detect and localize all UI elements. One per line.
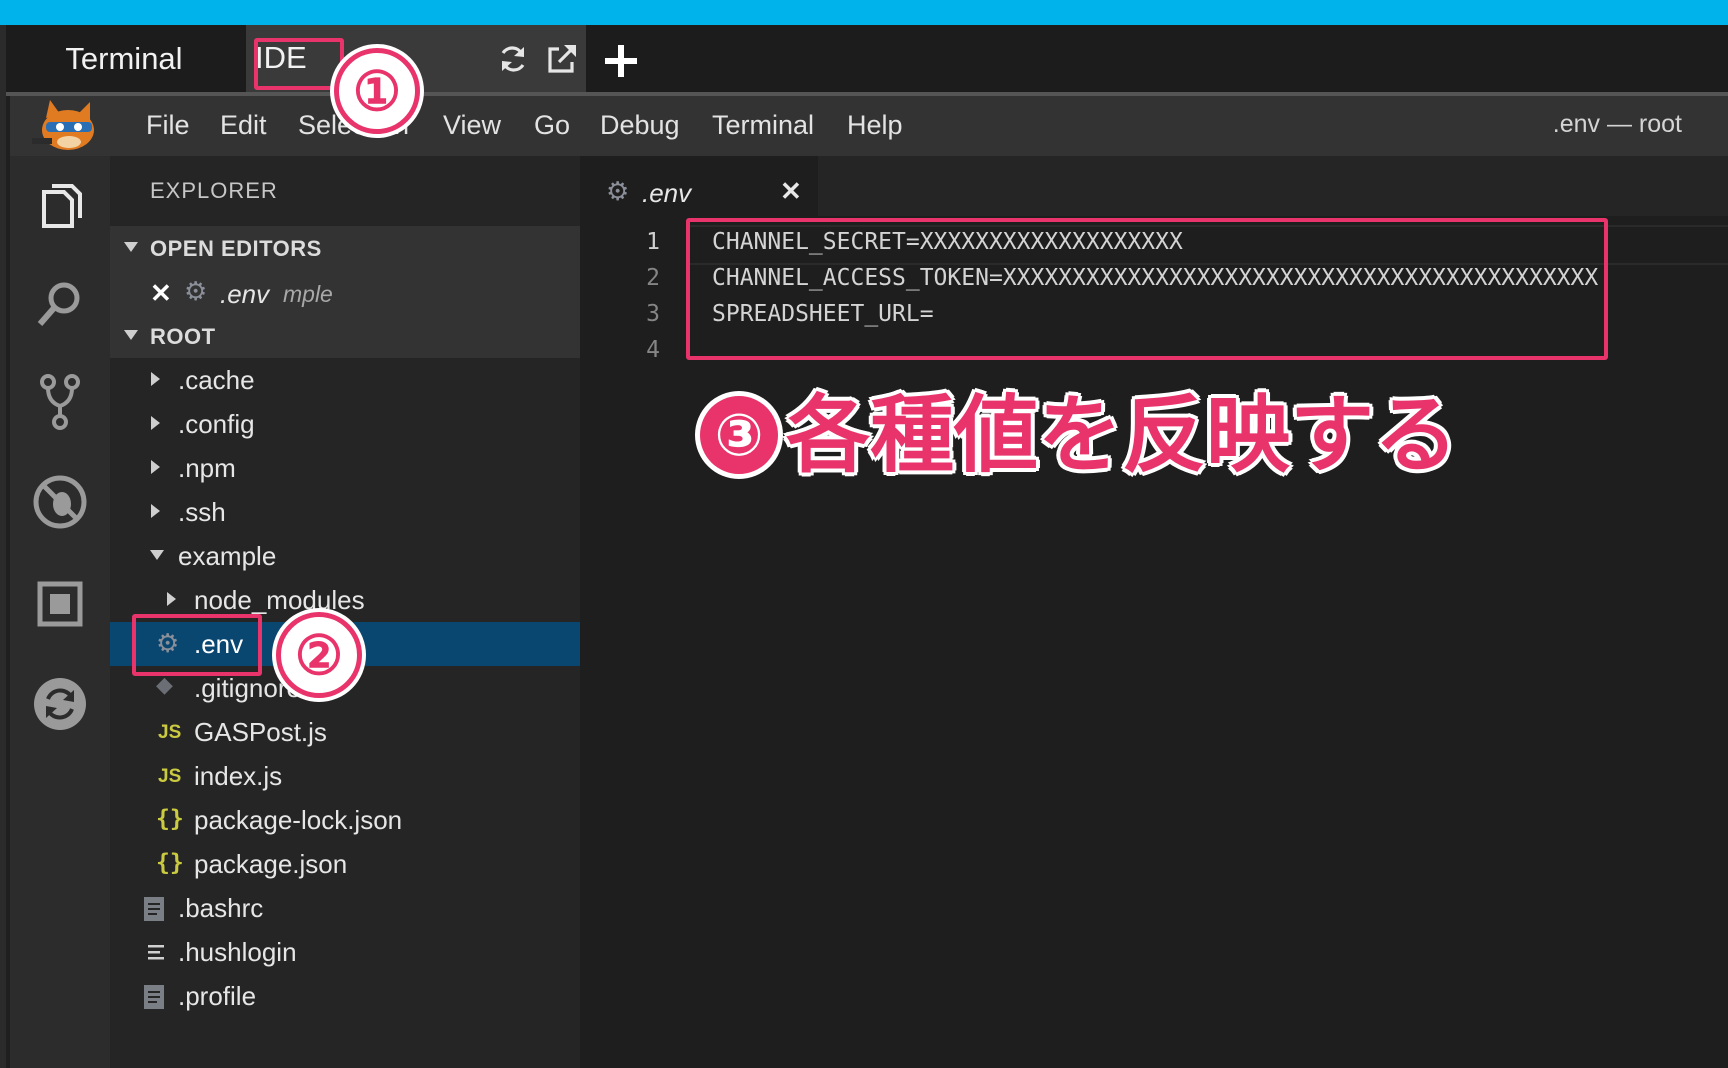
chevron-right-icon[interactable] — [151, 372, 160, 386]
menu-edit[interactable]: Edit — [220, 110, 267, 141]
debug-icon[interactable] — [30, 472, 90, 532]
source-control-icon[interactable] — [30, 372, 90, 432]
menu-debug[interactable]: Debug — [600, 110, 680, 141]
json-icon: {} — [156, 806, 184, 832]
text-file-icon — [144, 985, 164, 1009]
tree-folder[interactable]: .npm — [178, 453, 236, 484]
open-editors-label[interactable]: OPEN EDITORS — [150, 236, 322, 262]
editor-tab-name[interactable]: .env — [642, 178, 691, 209]
chevron-right-icon[interactable] — [167, 592, 176, 606]
tree-folder[interactable]: .cache — [178, 365, 255, 396]
tree-folder-example[interactable]: example — [178, 541, 276, 572]
annotation-step2: ② — [276, 612, 362, 698]
open-editor-path: mple — [283, 281, 333, 307]
annotation-box-ide-tab — [254, 38, 344, 90]
line-number: 1 — [646, 229, 660, 255]
menu-terminal[interactable]: Terminal — [712, 110, 814, 141]
add-tab-icon[interactable] — [602, 42, 640, 80]
tree-folder[interactable]: node_modules — [194, 585, 365, 616]
search-icon[interactable] — [30, 274, 90, 334]
tree-file[interactable]: .hushlogin — [178, 937, 297, 968]
annotation-step3-number: ③ — [700, 396, 778, 475]
gear-icon: ⚙ — [184, 276, 208, 306]
lines-icon — [148, 945, 164, 960]
refresh-icon[interactable] — [496, 42, 530, 76]
chevron-right-icon[interactable] — [151, 460, 160, 474]
window-title: .env — root — [1552, 110, 1682, 138]
tree-file[interactable]: package.json — [194, 849, 347, 880]
tree-file[interactable]: package-lock.json — [194, 805, 402, 836]
theia-logo-icon — [32, 100, 94, 150]
javascript-icon: JS — [158, 766, 182, 787]
tree-file[interactable]: GASPost.js — [194, 717, 327, 748]
window-left-edge — [0, 25, 6, 1068]
root-label[interactable]: ROOT — [150, 324, 216, 350]
root-chevron-icon[interactable] — [124, 330, 138, 340]
tab-terminal[interactable]: Terminal — [34, 25, 214, 93]
text-file-icon — [144, 897, 164, 921]
tree-folder[interactable]: .ssh — [178, 497, 226, 528]
line-number: 3 — [646, 301, 660, 327]
explorer-files-icon[interactable] — [30, 176, 90, 236]
chevron-right-icon[interactable] — [151, 504, 160, 518]
line-number: 4 — [646, 337, 660, 363]
javascript-icon: JS — [158, 722, 182, 743]
chevron-down-icon[interactable] — [150, 550, 164, 560]
open-editor-name[interactable]: .env — [220, 279, 269, 310]
tree-file[interactable]: .bashrc — [178, 893, 263, 924]
external-link-icon[interactable] — [545, 42, 579, 76]
menu-help[interactable]: Help — [847, 110, 903, 141]
annotation-box-env-values — [686, 218, 1608, 360]
menu-go[interactable]: Go — [534, 110, 570, 141]
json-icon: {} — [156, 850, 184, 876]
tree-file[interactable]: .profile — [178, 981, 256, 1012]
annotation-box-env-file — [132, 614, 262, 676]
annotation-step3: ③ 各種値を反映する — [700, 368, 1458, 489]
sync-icon[interactable] — [30, 674, 90, 734]
close-editor-icon[interactable]: ✕ — [150, 278, 172, 309]
line-number: 2 — [646, 265, 660, 291]
annotation-step1: ① — [334, 48, 420, 134]
open-editors-chevron-icon[interactable] — [124, 242, 138, 252]
menu-file[interactable]: File — [146, 110, 190, 141]
tab-close-icon[interactable]: ✕ — [780, 176, 802, 207]
extensions-icon[interactable] — [30, 574, 90, 634]
annotation-step3-text: 各種値を反映する — [786, 386, 1459, 484]
tree-folder[interactable]: .config — [178, 409, 255, 440]
browser-top-strip — [0, 0, 1728, 25]
tree-file[interactable]: index.js — [194, 761, 282, 792]
menu-view[interactable]: View — [443, 110, 501, 141]
chevron-right-icon[interactable] — [151, 416, 160, 430]
explorer-title: EXPLORER — [150, 178, 278, 203]
gear-icon: ⚙ — [606, 176, 630, 206]
